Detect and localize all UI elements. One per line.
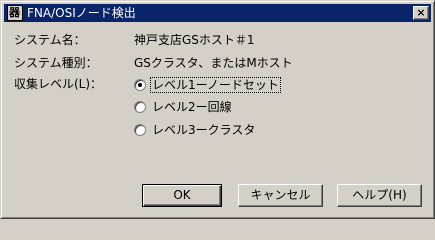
title-bar[interactable]: 器 FNA/OSIノード検出 × [4,4,431,22]
app-icon: 器 [7,5,23,21]
system-type-label: システム種別： [14,56,98,70]
radio-level2-button[interactable] [134,101,146,113]
close-button[interactable]: × [413,6,429,20]
radio-level1-label: レベル1ーノードセット [150,77,281,93]
radio-level3-label: レベル3ークラスタ [152,123,256,137]
radio-level1-button[interactable] [134,79,146,91]
app-icon-glyph: 器 [9,6,20,19]
radio-level3-button[interactable] [134,124,146,136]
help-button[interactable]: ヘルプ(H) [337,184,422,207]
dialog-window: 器 FNA/OSIノード検出 × システム名： 神戸支店GSホスト＃1 システム… [0,0,435,219]
radio-selected-dot [138,83,142,87]
radio-level2-label: レベル2ー回線 [152,100,232,114]
window-title: FNA/OSIノード検出 [27,6,136,20]
cancel-button[interactable]: キャンセル [238,184,323,207]
system-name-label: システム名： [14,33,86,47]
system-name-value: 神戸支店GSホスト＃1 [134,33,255,47]
ok-button[interactable]: OK [142,184,222,207]
system-type-value: GSクラスタ、またはMホスト [134,56,293,70]
collect-level-label: 収集レベル(L)： [14,77,103,91]
